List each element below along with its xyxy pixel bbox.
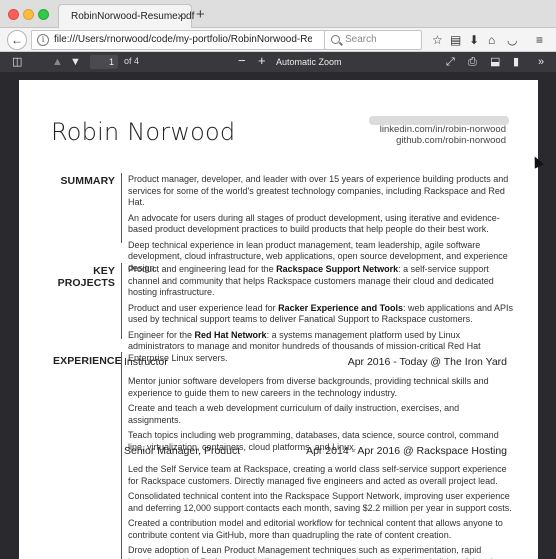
page-count: of 4 — [124, 56, 140, 66]
linkedin-link[interactable]: linkedin.com/in/robin-norwood — [380, 124, 506, 135]
project-name: Rackspace Support Network — [276, 264, 399, 274]
job-title: Instructor — [124, 356, 168, 368]
key-projects-text: Product and engineering lead for the Rac… — [128, 264, 514, 368]
pdf-viewer[interactable]: Robin Norwood linkedin.com/in/robin-norw… — [0, 72, 556, 559]
search-input[interactable]: Search — [324, 30, 422, 50]
next-page-icon[interactable]: ▼ — [70, 55, 81, 69]
tools-menu-icon[interactable]: » — [538, 55, 544, 69]
search-placeholder: Search — [345, 34, 377, 45]
close-icon[interactable]: × — [177, 9, 184, 23]
experience-heading: EXPERIENCE — [53, 355, 122, 367]
home-icon[interactable]: ⌂ — [488, 33, 495, 47]
project-item: Product and user experience lead for Rac… — [128, 302, 514, 325]
print-icon[interactable]: ⎙ — [468, 55, 477, 69]
reading-list-icon[interactable]: ▤ — [450, 33, 461, 47]
back-arrow-icon[interactable]: ← — [7, 30, 27, 50]
summary-divider — [121, 173, 122, 243]
presentation-mode-icon[interactable]: ⤢ — [446, 55, 455, 69]
job-date: Apr 2014 - Apr 2016 @ Rackspace Hosting — [306, 445, 507, 457]
job-date: Apr 2016 - Today @ The Iron Yard — [347, 356, 507, 368]
job-bullet: Create and teach a web development curri… — [128, 403, 460, 425]
pdf-toolbar: ◫ ▲ ▼ 1 of 4 − + Automatic Zoom ⇕ ⤢ ⎙ ⬓ … — [0, 52, 556, 81]
menu-icon[interactable]: ≡ — [536, 33, 543, 47]
job-bullet: Led the Self Service team at Rackspace, … — [128, 464, 507, 486]
zoom-window-button[interactable] — [38, 9, 49, 20]
project-item: Product and engineering lead for the Rac… — [128, 264, 494, 297]
search-icon — [331, 35, 340, 44]
nav-bar: ← i file:///Users/rnorwood/code/my-portf… — [0, 28, 556, 52]
info-icon[interactable]: i — [37, 34, 49, 46]
tab-resume-pdf[interactable]: RobinNorwood-Resume.pdf × — [58, 4, 195, 28]
save-icon[interactable]: ⬓ — [490, 55, 500, 69]
job-bullet: Mentor junior software developers from d… — [128, 376, 489, 398]
star-icon[interactable]: ☆ — [432, 33, 443, 47]
new-tab-button[interactable]: + — [196, 6, 205, 23]
summary-paragraph: An advocate for users during all stages … — [128, 212, 500, 235]
summary-text: Product manager, developer, and leader w… — [128, 174, 514, 278]
experience-divider — [121, 352, 122, 559]
pocket-icon[interactable]: ◡ — [507, 33, 517, 47]
tab-title: RobinNorwood-Resume.pdf — [71, 11, 195, 22]
page-number-input[interactable]: 1 — [90, 55, 118, 69]
key-projects-divider — [121, 263, 122, 339]
title-bar: RobinNorwood-Resume.pdf × + — [0, 0, 556, 28]
zoom-select[interactable]: Automatic Zoom ⇕ — [276, 55, 352, 81]
summary-paragraph: Product manager, developer, and leader w… — [128, 174, 509, 207]
url-bar[interactable]: i file:///Users/rnorwood/code/my-portfol… — [31, 30, 345, 50]
previous-page-icon[interactable]: ▲ — [52, 55, 63, 69]
job-title: Senior Manager, Product — [124, 445, 241, 457]
job-bullet: Drove adoption of Lean Product Managemen… — [128, 545, 492, 559]
resume-name: Robin Norwood — [51, 118, 236, 146]
url-text[interactable]: file:///Users/rnorwood/code/my-portfolio… — [54, 34, 312, 45]
zoom-out-button[interactable]: − — [238, 54, 246, 68]
pdf-page: Robin Norwood linkedin.com/in/robin-norw… — [19, 80, 538, 559]
job-bullet: Created a contribution model and editori… — [128, 518, 503, 540]
key-projects-heading: KEY PROJECTS — [57, 265, 115, 289]
summary-heading: SUMMARY — [60, 175, 115, 187]
download-icon[interactable]: ⬇ — [469, 33, 479, 47]
job-bullet: Consolidated technical content into the … — [128, 491, 512, 513]
sidebar-toggle-icon[interactable]: ◫ — [12, 55, 22, 69]
zoom-in-button[interactable]: + — [258, 54, 266, 68]
close-window-button[interactable] — [8, 9, 19, 20]
project-name: Racker Experience and Tools — [278, 302, 403, 313]
zoom-select-label: Automatic Zoom — [276, 57, 342, 67]
bookmark-icon[interactable]: ▮ — [513, 55, 519, 69]
github-link[interactable]: github.com/robin-norwood — [396, 135, 506, 146]
project-name: Red Hat Network — [194, 329, 267, 340]
job-details: Led the Self Service team at Rackspace, … — [128, 464, 514, 559]
minimize-window-button[interactable] — [23, 9, 34, 20]
